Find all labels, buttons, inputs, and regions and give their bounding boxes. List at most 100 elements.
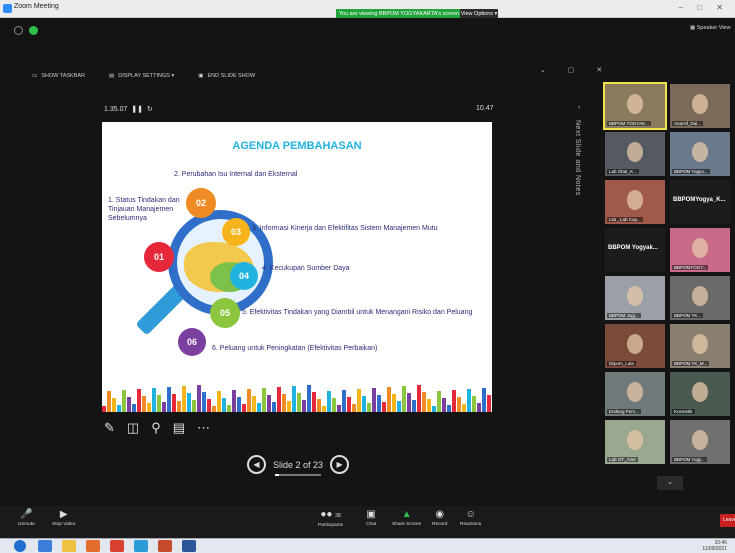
powerpoint-icon[interactable] xyxy=(158,540,172,552)
participant-tile[interactable]: BBPOMYogya_K... xyxy=(670,180,730,224)
mic-muted-icon: 🎤 xyxy=(20,509,33,520)
participant-tile[interactable]: BBPOMYOGY... xyxy=(670,228,730,272)
pause-icon[interactable]: ❚❚ xyxy=(131,106,143,113)
skyline-building xyxy=(282,394,286,412)
skyline-building xyxy=(197,385,201,412)
skyline-building xyxy=(342,390,346,412)
participant-label: BBPOMYOGY... xyxy=(672,265,709,270)
participant-tile[interactable]: BBPOM Yogy... xyxy=(670,420,730,464)
file-explorer-icon[interactable] xyxy=(62,540,76,552)
agenda-bubble-03: 03 xyxy=(222,218,250,246)
participants-button[interactable]: ●● 38 Participants xyxy=(318,508,343,528)
share-screen-label: Share Screen xyxy=(392,522,422,527)
participant-name: BBPOM Yogyak... xyxy=(608,245,658,251)
skyline-building xyxy=(227,405,231,412)
zoom-taskbar-icon[interactable] xyxy=(134,540,148,552)
skyline-building xyxy=(162,402,166,412)
presenter-window-controls[interactable]: ⌄ ▢ ✕ xyxy=(540,66,612,74)
show-taskbar-button[interactable]: ▭ SHOW TASKBAR xyxy=(32,73,85,79)
elapsed-timer: 1.35.07 ❚❚ ↻ xyxy=(104,105,153,113)
participant-tile[interactable]: Lab Obat_K... xyxy=(605,132,665,176)
agenda-item-5: 5. Efektivitas Tindakan yang Diambil unt… xyxy=(242,309,473,316)
info-icon[interactable] xyxy=(14,26,23,35)
taskbar-icon: ▭ xyxy=(32,73,38,79)
participant-video xyxy=(627,382,643,402)
media-player-icon[interactable] xyxy=(86,540,100,552)
chat-button[interactable]: ▣ Chat xyxy=(366,508,376,527)
skyline-building xyxy=(117,405,121,412)
skyline-building xyxy=(172,394,176,412)
stop-video-button[interactable]: ▶ Stop Video xyxy=(52,508,75,527)
skyline-building xyxy=(267,395,271,412)
skyline-building xyxy=(247,389,251,412)
participant-gallery: BBPOM YOGYAK... Anarsif_Dal... Lab Obat_K.… xyxy=(603,82,735,474)
windows-taskbar: 10:46 11/09/2021 xyxy=(0,538,735,553)
skyline-building xyxy=(137,389,141,412)
reset-timer-icon[interactable]: ↻ xyxy=(147,106,153,113)
participant-tile[interactable]: Kosmetik xyxy=(670,372,730,416)
slide-tools: ✎ ◫ ⚲ ▤ ⋯ xyxy=(104,420,210,436)
agenda-bubble-04: 04 xyxy=(230,262,258,290)
skyline-building xyxy=(107,391,111,412)
participant-tile[interactable]: BBPOM YOGYAK... xyxy=(603,82,667,130)
participant-tile[interactable]: bbpom_Lala xyxy=(605,324,665,368)
participant-tile[interactable]: BBPOM Yogya... xyxy=(670,132,730,176)
see-all-slides-icon[interactable]: ◫ xyxy=(127,420,139,436)
skyline-building xyxy=(382,402,386,412)
participant-tile[interactable]: BBPOM Yogyak... xyxy=(605,228,665,272)
window-controls[interactable]: – □ ✕ xyxy=(679,3,729,12)
speaker-view-button[interactable]: ▦ Speaker View xyxy=(690,25,731,31)
skyline-building xyxy=(327,391,331,412)
skyline-building xyxy=(452,390,456,412)
browser-icon[interactable] xyxy=(38,540,52,552)
skyline-building xyxy=(237,397,241,412)
skyline-building xyxy=(337,405,341,412)
skyline-building xyxy=(242,404,246,412)
skyline-building xyxy=(427,399,431,412)
participant-video xyxy=(692,142,708,162)
skyline-building xyxy=(367,403,371,412)
skyline-building xyxy=(302,400,306,412)
participant-tile[interactable]: Anarsif_Dal... xyxy=(670,84,730,128)
more-options-icon[interactable]: ⋯ xyxy=(197,420,210,436)
display-settings-button[interactable]: ▤ DISPLAY SETTINGS ▾ xyxy=(109,73,174,79)
slideshow-toolbar: ▭ SHOW TASKBAR ▤ DISPLAY SETTINGS ▾ ▣ END S… xyxy=(32,73,255,79)
black-screen-icon[interactable]: ▤ xyxy=(173,420,185,436)
skyline-building xyxy=(232,390,236,412)
participant-tile[interactable]: BBPOM YK_M... xyxy=(670,324,730,368)
skyline-building xyxy=(482,388,486,412)
share-screen-button[interactable]: ▲ Share Screen xyxy=(392,508,421,527)
collapse-notes-icon[interactable]: ‹ xyxy=(578,104,580,111)
skyline-building xyxy=(167,387,171,412)
leave-button[interactable]: Leave xyxy=(720,514,735,527)
meeting-info-icons xyxy=(14,26,38,35)
zoom-magnifier-icon[interactable]: ⚲ xyxy=(151,420,161,436)
skyline-building xyxy=(397,401,401,412)
next-slide-notes-label[interactable]: Next Slide and Notes xyxy=(574,120,581,196)
participant-tile[interactable]: Endang Pem... xyxy=(605,372,665,416)
word-icon[interactable] xyxy=(182,540,196,552)
end-slide-show-button[interactable]: ▣ END SLIDE SHOW xyxy=(198,73,255,79)
reactions-button[interactable]: ☺ Reactions xyxy=(460,508,481,527)
participant-video xyxy=(627,94,643,114)
chrome-icon[interactable] xyxy=(110,540,124,552)
show-taskbar-label: SHOW TASKBAR xyxy=(41,73,86,79)
skyline-building xyxy=(257,403,261,412)
participant-label: BBPOM Yogya... xyxy=(672,169,710,174)
participant-tile[interactable]: Lita _Lab Cup... xyxy=(605,180,665,224)
next-slide-button[interactable]: ▶ xyxy=(330,455,350,474)
pen-icon[interactable]: ✎ xyxy=(104,420,115,436)
record-button[interactable]: ◉ Record xyxy=(432,508,447,527)
window-title: Zoom Meeting xyxy=(14,3,59,10)
skyline-building xyxy=(347,397,351,412)
participant-tile[interactable]: BBPOM YK... xyxy=(670,276,730,320)
system-tray-clock[interactable]: 10:46 11/09/2021 xyxy=(702,540,727,552)
gallery-scroll-down-icon[interactable]: ⌄ xyxy=(657,476,683,490)
participant-tile[interactable]: BBPOM Jogj... xyxy=(605,276,665,320)
security-shield-icon[interactable] xyxy=(29,26,38,35)
windows-start-icon[interactable] xyxy=(14,540,26,552)
skyline-building xyxy=(377,395,381,412)
participant-tile[interactable]: Lab OT_Ariel xyxy=(605,420,665,464)
previous-slide-button[interactable]: ◀ xyxy=(247,455,266,474)
unmute-button[interactable]: 🎤 Unmute xyxy=(18,508,35,527)
